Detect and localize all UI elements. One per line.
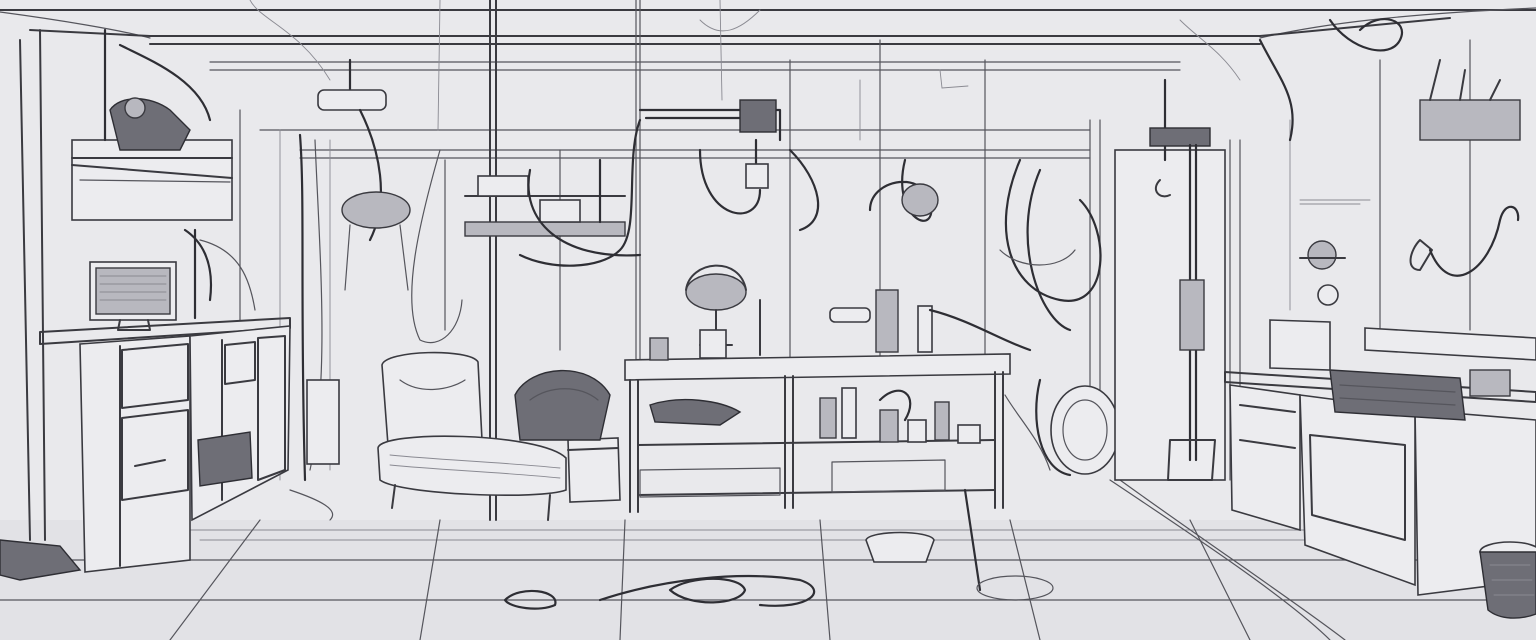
monitor xyxy=(89,261,177,331)
basement-workshop-sketch xyxy=(0,0,1536,640)
bucket xyxy=(1479,541,1536,619)
sketch-canvas xyxy=(0,0,1536,640)
